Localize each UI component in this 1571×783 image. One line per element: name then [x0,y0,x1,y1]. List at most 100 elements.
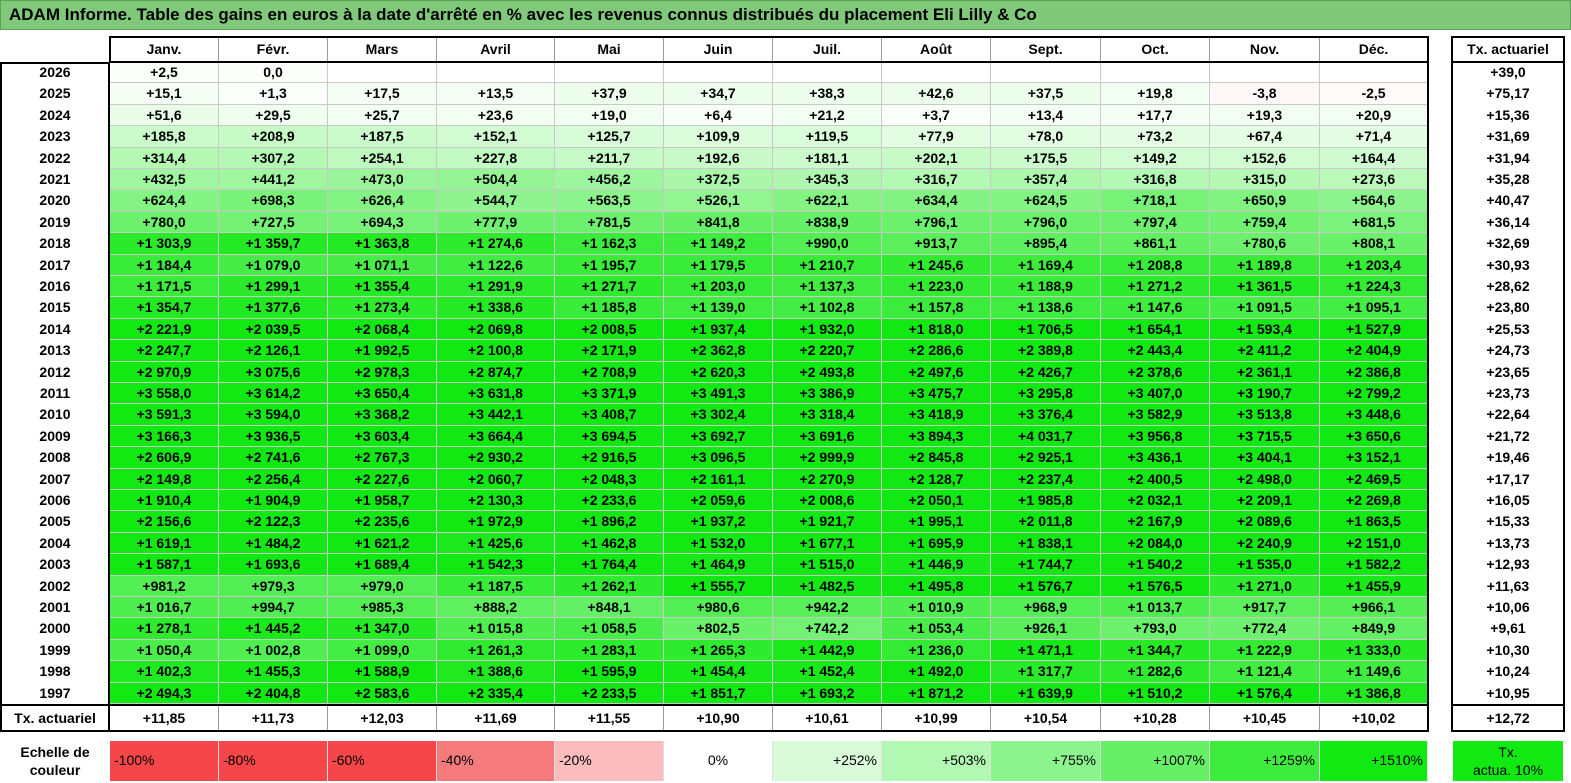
scale-swatch: -20% [555,741,664,781]
year-label: 2002 [39,577,71,594]
table-cell: +2 008,5 [555,318,664,341]
table-cell [664,62,773,84]
table-cell: +227,8 [437,147,555,169]
table-cell: +1 484,2 [219,532,328,555]
table-cell: +2 386,8 [1320,361,1428,383]
table-cell: +1 471,1 [991,639,1101,662]
table-cell: +1 452,4 [773,661,882,683]
rate-cell: +35,28 [1486,171,1530,187]
table-cell: +780,0 [110,211,219,234]
table-cell: +3 582,9 [1101,404,1210,426]
table-cell: +3 650,6 [1320,425,1428,448]
table-cell: +2 767,3 [328,447,437,469]
table-cell: +2 916,5 [555,447,664,469]
table-cell: +345,3 [773,169,882,191]
table-cell: +2 970,9 [110,361,219,383]
table-cell: +1 706,5 [991,318,1101,341]
year-label: 2012 [39,363,71,380]
table-cell: +3 513,8 [1210,404,1320,426]
table-cell: +981,2 [110,575,219,597]
rate-cell: +23,73 [1486,385,1530,401]
scale-label: Echelle de couleur [0,741,110,781]
table-cell: +2 011,8 [991,511,1101,533]
rate-cell: +75,17 [1486,85,1530,102]
rate-cell: +25,53 [1486,320,1530,337]
year-label: 2022 [39,149,71,166]
table-cell: +185,8 [110,126,219,148]
table-cell: +1 587,1 [110,554,219,576]
year-label: 2026 [39,64,71,80]
year-label: 2013 [39,342,71,359]
table-cell: +1 910,4 [110,490,219,512]
month-header: Août [882,36,991,62]
table-cell: +793,0 [1101,618,1210,640]
table-cell [1320,62,1428,84]
rate-cell: +23,80 [1486,299,1530,316]
table-cell: +1 291,9 [437,276,555,298]
table-cell: +3 152,1 [1320,447,1428,469]
table-cell: +3 692,7 [664,425,773,448]
table-cell: +175,5 [991,147,1101,169]
table-cell: +1 355,4 [328,276,437,298]
table-cell: +1 677,1 [773,532,882,555]
table-cell: +1 695,9 [882,532,991,555]
table-cell: +1 187,5 [437,575,555,597]
footer-cell: +11,73 [219,704,328,732]
table-cell: +1 333,0 [1320,639,1428,662]
table-cell: +1 937,2 [664,511,773,533]
table-cell: +1 462,8 [555,532,664,555]
table-cell: +3 448,6 [1320,404,1428,426]
table-cell [1210,62,1320,84]
rate-cell: +32,69 [1486,235,1530,252]
table-cell: +772,4 [1210,618,1320,640]
table-cell: +3 190,7 [1210,383,1320,405]
table-cell: +181,1 [773,147,882,169]
rate-cell: +10,24 [1486,663,1530,680]
table-cell: +3 302,4 [664,404,773,426]
table-cell: +2 068,4 [328,318,437,341]
footer-cell: +10,54 [991,704,1101,732]
table-cell: +187,5 [328,126,437,148]
table-cell: +2 411,2 [1210,340,1320,362]
table-cell: +848,1 [555,597,664,619]
footer-cell: +10,90 [664,704,773,732]
table-cell: +1 185,8 [555,297,664,319]
table-cell: +2 220,7 [773,340,882,362]
table-cell: +888,2 [437,597,555,619]
table-cell: +2 925,1 [991,447,1101,469]
table-cell: +2 389,8 [991,340,1101,362]
table-cell: +208,9 [219,126,328,148]
table-cell: +2 060,7 [437,468,555,490]
table-cell: +1 582,2 [1320,554,1428,576]
table-cell: +71,4 [1320,126,1428,148]
table-cell: +1 271,0 [1210,575,1320,597]
table-cell: +441,2 [219,169,328,191]
table-cell: +1 208,8 [1101,254,1210,276]
scale-swatch: -100% [110,741,219,781]
month-header: Juil. [773,36,882,62]
table-cell: +2 227,6 [328,468,437,490]
scale-swatch: +1510% [1320,741,1428,781]
table-cell: +2 233,5 [555,682,664,704]
table-cell: +622,1 [773,190,882,212]
table-cell: +634,4 [882,190,991,212]
table-cell: +1 071,1 [328,254,437,276]
scale-swatch: -60% [328,741,437,781]
table-cell: +2 606,9 [110,447,219,469]
table-cell: +1 188,9 [991,276,1101,298]
table-cell: +2 156,6 [110,511,219,533]
year-label: 2000 [39,620,71,637]
table-cell: +3 558,0 [110,383,219,405]
table-cell: +1 122,6 [437,254,555,276]
table-cell: +1 871,2 [882,682,991,704]
rate-cell: +24,73 [1486,342,1530,359]
month-header: Sept. [991,36,1101,62]
footer-cell: +11,69 [437,704,555,732]
table-cell: +1 402,3 [110,661,219,683]
table-cell: +808,1 [1320,233,1428,255]
table-cell: +316,8 [1101,169,1210,191]
table-cell: +1 016,7 [110,597,219,619]
table-cell: +1 576,7 [991,575,1101,597]
table-cell: +526,1 [664,190,773,212]
rate-cell: +31,94 [1486,149,1530,166]
